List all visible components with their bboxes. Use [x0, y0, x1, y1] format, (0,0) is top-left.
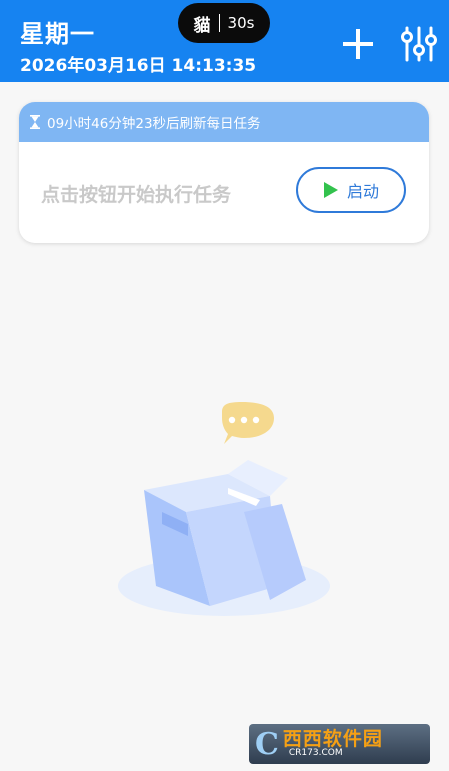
plus-icon: [343, 29, 373, 59]
start-button[interactable]: 启动: [296, 167, 406, 213]
add-task-button[interactable]: [340, 26, 376, 62]
timer-pill[interactable]: 貓 30s: [178, 3, 270, 43]
timer-glyph: 貓: [193, 15, 211, 36]
empty-box-illustration: [118, 402, 330, 616]
watermark-brand: 西西软件园: [282, 728, 383, 750]
timer-divider: [218, 14, 220, 32]
refresh-notice: 09小时46分钟23秒后刷新每日任务: [47, 116, 261, 132]
header-bar: 星期一 2026年03月16日 14:13:35 貓 30s: [0, 0, 449, 82]
watermark-logo: C: [255, 726, 279, 762]
start-button-label: 启动: [346, 182, 379, 201]
card-body: 点击按钮开始执行任务 启动: [19, 142, 429, 243]
site-watermark: C 西西软件园 CR173.COM: [249, 724, 430, 764]
timer-label: 30s: [227, 14, 255, 32]
weekday-label: 星期一: [20, 20, 95, 48]
task-card: 09小时46分钟23秒后刷新每日任务 点击按钮开始执行任务 启动: [19, 102, 429, 243]
datetime-label: 2026年03月16日 14:13:35: [20, 56, 257, 76]
watermark-domain: CR173.COM: [288, 748, 343, 758]
start-hint: 点击按钮开始执行任务: [41, 184, 232, 206]
refresh-banner: 09小时46分钟23秒后刷新每日任务: [19, 102, 429, 142]
settings-button[interactable]: [398, 24, 440, 64]
play-icon: [323, 182, 338, 198]
hourglass-icon: [30, 115, 40, 129]
sliders-icon: [401, 26, 437, 62]
